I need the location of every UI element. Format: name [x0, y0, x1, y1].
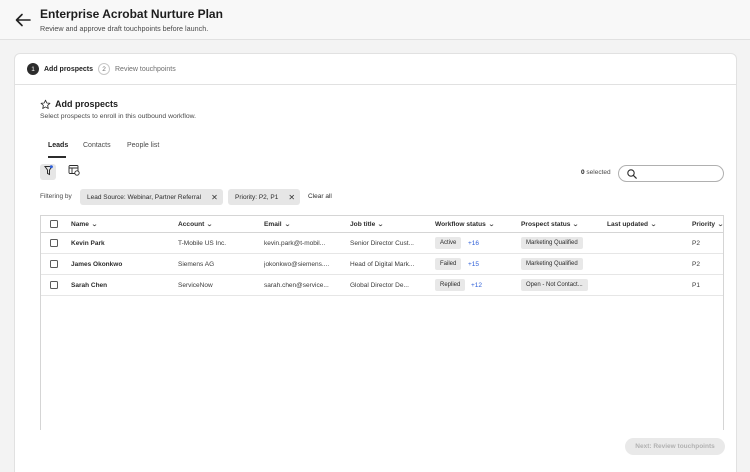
cell-name[interactable]: James Okonkwo: [71, 261, 171, 268]
step-label: Review touchpoints: [115, 65, 176, 73]
cell-email: sarah.chen@service...: [264, 282, 329, 289]
section-description: Select prospects to enroll in this outbo…: [40, 113, 197, 120]
filter-chip-priority: Priority: P2, P1 ✕: [228, 189, 301, 205]
cell-email: jokonkwo@siemens....: [264, 261, 330, 268]
workflow-status-badge: Replied: [435, 279, 466, 291]
row-checkbox[interactable]: [50, 281, 58, 289]
workflow-more-link[interactable]: +12: [471, 282, 482, 289]
column-header-account[interactable]: Account ⌄: [178, 221, 214, 228]
main-card: 1 Add prospects 2 Review touchpoints Add…: [14, 53, 737, 472]
column-header-job-title[interactable]: Job title ⌄: [350, 221, 385, 228]
cell-priority: P2: [692, 261, 700, 268]
prospect-status-badge: Marketing Qualified: [521, 237, 583, 249]
prospect-status-badge: Open - Not Contact...: [521, 279, 588, 291]
search-field[interactable]: [618, 165, 724, 182]
cell-name[interactable]: Kevin Park: [71, 240, 171, 247]
chevron-down-icon: ⌄: [91, 222, 98, 228]
page-subtitle: Review and approve draft touchpoints bef…: [40, 24, 209, 33]
workflow-status-badge: Failed: [435, 258, 462, 270]
chevron-down-icon: ⌄: [488, 222, 495, 228]
star-icon: [40, 97, 51, 109]
column-header-workflow-status[interactable]: Workflow status ⌄: [435, 221, 495, 228]
chevron-down-icon: ⌄: [717, 222, 724, 228]
step-number: 1: [27, 63, 39, 75]
filter-label: Filtering by: [40, 193, 72, 200]
workflow-status-badge: Active: [435, 237, 462, 249]
chevron-down-icon: ⌄: [650, 222, 657, 228]
cell-email: kevin.park@t-mobil...: [264, 240, 326, 247]
prospect-status-badge: Marketing Qualified: [521, 258, 583, 270]
chip-label: Priority: P2, P1: [235, 193, 279, 201]
column-header-priority[interactable]: Priority ⌄: [692, 221, 723, 228]
page-header: Enterprise Acrobat Nurture Plan Review a…: [0, 0, 750, 40]
tab-leads[interactable]: Leads: [48, 142, 68, 149]
section-title: Add prospects: [55, 99, 119, 109]
workflow-more-link[interactable]: +15: [468, 261, 479, 268]
remove-filter-icon[interactable]: ✕: [288, 193, 295, 202]
leads-table: Name ⌄ Account ⌄ Email ⌄ Job title ⌄ Workflo…: [40, 215, 724, 430]
clear-all-button[interactable]: Clear all: [308, 193, 332, 200]
column-header-prospect-status[interactable]: Prospect status ⌄: [521, 221, 579, 228]
workflow-more-link[interactable]: +16: [468, 240, 479, 247]
tab-people-list[interactable]: People list: [127, 142, 159, 149]
chevron-down-icon: ⌄: [377, 222, 385, 228]
cell-job-title: Global Director De...: [350, 282, 409, 289]
table-row[interactable]: Kevin Park T-Mobile US Inc. kevin.park@t…: [41, 233, 723, 254]
table-row[interactable]: Sarah Chen ServiceNow sarah.chen@service…: [41, 275, 723, 296]
search-input[interactable]: [641, 168, 719, 179]
remove-filter-icon[interactable]: ✕: [211, 193, 218, 202]
cell-job-title: Head of Digital Mark...: [350, 261, 415, 268]
chevron-down-icon: ⌄: [206, 222, 214, 228]
table-header: Name ⌄ Account ⌄ Email ⌄ Job title ⌄ Workflo…: [41, 216, 723, 233]
chevron-down-icon: ⌄: [572, 222, 580, 228]
active-tab-indicator: [48, 156, 66, 158]
column-settings-button[interactable]: [67, 165, 81, 179]
row-checkbox[interactable]: [50, 260, 58, 268]
selected-count: 0 selected: [581, 169, 611, 176]
page-title: Enterprise Acrobat Nurture Plan: [40, 7, 223, 21]
step-label: Add prospects: [44, 65, 94, 73]
stepper: 1 Add prospects 2 Review touchpoints: [15, 54, 736, 85]
filter-button[interactable]: [40, 164, 56, 180]
chevron-down-icon: ⌄: [283, 222, 291, 228]
next-review-touchpoints-button[interactable]: Next: Review touchpoints: [625, 438, 725, 455]
cell-account: ServiceNow: [178, 282, 213, 289]
cell-priority: P2: [692, 240, 700, 247]
select-all-checkbox[interactable]: [50, 220, 58, 228]
column-settings-icon: [68, 163, 80, 181]
cell-account: Siemens AG: [178, 261, 215, 268]
tab-contacts[interactable]: Contacts: [83, 142, 111, 149]
back-arrow-icon[interactable]: [15, 13, 31, 27]
table-row[interactable]: James Okonkwo Siemens AG jokonkwo@siemen…: [41, 254, 723, 275]
column-header-name[interactable]: Name ⌄: [71, 221, 98, 228]
step-add-prospects[interactable]: 1 Add prospects: [27, 63, 93, 75]
tab-bar: Leads Contacts People list: [40, 136, 723, 158]
filter-icon: [43, 163, 53, 181]
step-review-touchpoints[interactable]: 2 Review touchpoints: [98, 63, 176, 75]
chip-label: Lead Source: Webinar, Partner Referral: [87, 193, 202, 201]
cell-name[interactable]: Sarah Chen: [71, 282, 171, 289]
cell-priority: P1: [692, 282, 700, 289]
filter-chip-lead-source: Lead Source: Webinar, Partner Referral ✕: [80, 189, 223, 205]
column-header-email[interactable]: Email ⌄: [264, 221, 290, 228]
cell-account: T-Mobile US Inc.: [178, 240, 227, 247]
step-number: 2: [98, 63, 110, 75]
cell-job-title: Senior Director Cust...: [350, 240, 414, 247]
row-checkbox[interactable]: [50, 239, 58, 247]
column-header-last-updated[interactable]: Last updated ⌄: [607, 221, 657, 228]
